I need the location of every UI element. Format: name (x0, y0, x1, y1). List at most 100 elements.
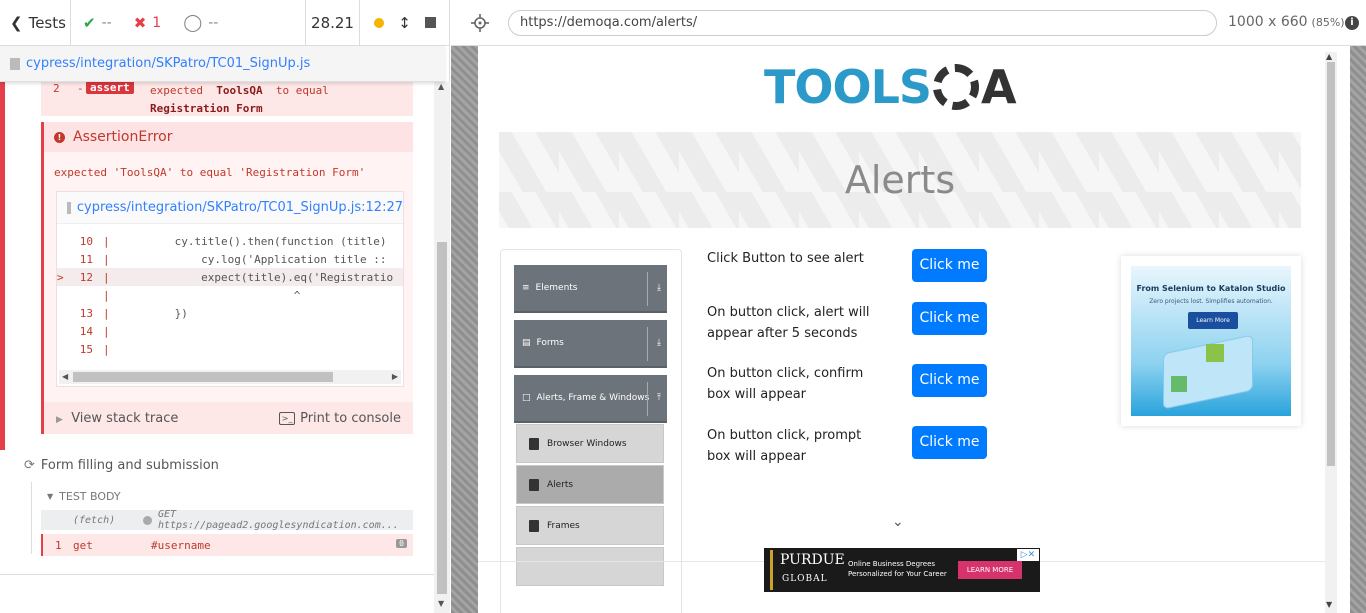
gutter-bar: | (103, 234, 110, 248)
view-stack-trace[interactable]: ▶ View stack trace (56, 411, 178, 426)
reporter-scrollbar[interactable]: ▲ ▼ (434, 82, 450, 613)
app-under-test: TOOLS A Alerts ≡ Elements ⤓ ▤ Forms ⤓ □ … (478, 46, 1350, 613)
code-text: cy.title().then(function (title) (121, 234, 387, 248)
group-elements[interactable]: ≡ Elements ⤓ (514, 265, 667, 313)
alert-button[interactable]: Click me (912, 249, 987, 282)
side-ad[interactable]: From Selenium to Katalon Studio Zero pro… (1121, 256, 1301, 426)
ad-text: Online Business Degrees Personalized for… (848, 559, 948, 579)
scroll-up-icon[interactable]: ▲ (438, 82, 444, 91)
test-form-filling[interactable]: ⟳ Form filling and submission (24, 458, 219, 473)
fetch-value: GET https://pagead2.googlesyndication.co… (157, 509, 399, 531)
check-icon: ✔ (83, 13, 96, 32)
get-name: get (73, 538, 93, 552)
menu-item-alerts[interactable]: Alerts (516, 465, 664, 504)
url-input[interactable]: https://demoqa.com/alerts/ (508, 10, 1217, 36)
html5-icon (529, 478, 539, 491)
command-number: 2 (53, 82, 60, 95)
aut-scrollbar[interactable]: ▲ ▼ (1325, 52, 1337, 613)
test-stats: ✔ -- ✖ 1 ◯ -- (71, 0, 306, 46)
scroll-down-icon[interactable]: ▼ (1326, 600, 1332, 609)
ad-text-line2: Personalized for Your Career (848, 570, 947, 578)
console-icon: >_ (279, 411, 296, 425)
aut-scroll-thumb[interactable] (1327, 62, 1335, 466)
gutter-bar: | (103, 288, 110, 302)
confirm-button[interactable]: Click me (912, 364, 987, 397)
chevron-down-icon[interactable]: ⌄ (892, 514, 904, 530)
print-to-console-button[interactable]: >_ Print to console (279, 411, 401, 426)
timer-alert-button[interactable]: Click me (912, 302, 987, 335)
menu-item-next[interactable] (516, 547, 664, 586)
reporter: 2 - assert expected ToolsQA to equal Reg… (0, 82, 433, 574)
viewport-size: 1000 x 660 (85%) (1228, 14, 1345, 30)
ad-learn-more[interactable]: Learn More (1188, 312, 1238, 329)
tests-button[interactable]: ❮ Tests (0, 0, 71, 46)
ad-image: From Selenium to Katalon Studio Zero pro… (1131, 266, 1291, 416)
ad-brand-sub: GLOBAL (782, 574, 828, 584)
alert-description: Click Button to see alert (707, 251, 864, 266)
autoscroll-icon[interactable]: ↕ (398, 14, 411, 32)
scroll-left-icon[interactable]: ◀ (62, 372, 68, 381)
menu-item-label: Frames (547, 520, 580, 531)
code-lines: 10 | cy.title().then(function (title) 11 | … (57, 232, 403, 358)
group-forms[interactable]: ▤ Forms ⤓ (514, 320, 667, 368)
ad-close-icon[interactable]: ▷✕ (1017, 549, 1039, 561)
group-label: Alerts, Frame & Windows (536, 393, 650, 403)
duration: 28.21 (306, 0, 360, 46)
error-box: ! AssertionError expected 'ToolsQA' to e… (41, 122, 413, 434)
chevron-left-icon: ❮ (10, 13, 23, 32)
toolsqa-logo[interactable]: TOOLS A (764, 60, 1017, 114)
code-text: expect(title).eq('Registratio (121, 270, 394, 284)
ad-cube-icon (1171, 376, 1187, 392)
menu-item-browser-windows[interactable]: Browser Windows (516, 424, 664, 463)
menu-item-frames[interactable]: Frames (516, 506, 664, 545)
assert-actual: ToolsQA (216, 84, 263, 97)
code-frame-path[interactable]: cypress/integration/SKPatro/TC01_SignUp.… (77, 200, 403, 215)
assert-mid: to equal (275, 84, 329, 97)
error-icon: ! (54, 131, 65, 143)
test-body-line (31, 482, 32, 554)
assert-message: expected ToolsQA to equal Registration F… (150, 82, 390, 118)
timer-alert-description: On button click, alert will appear after… (707, 305, 870, 341)
stop-icon[interactable] (424, 17, 436, 28)
reporter-scroll-thumb[interactable] (437, 242, 447, 594)
refresh-icon: ⟳ (24, 458, 35, 473)
fetch-command[interactable]: (fetch) GET https://pagead2.googlesyndic… (41, 509, 413, 531)
test-body-label[interactable]: ▼ TEST BODY (47, 490, 121, 503)
ad-brand: PURDUE (780, 552, 845, 568)
bottom-ad[interactable]: PURDUE GLOBAL Online Business Degrees Pe… (764, 548, 1040, 592)
divider (647, 382, 648, 416)
viewport-zoom: (85%) (1311, 16, 1345, 29)
info-icon[interactable]: i (1345, 16, 1359, 30)
collapse-icon: ⤒ (657, 393, 661, 403)
spec-file-bar[interactable]: cypress/integration/SKPatro/TC01_SignUp.… (0, 46, 445, 82)
ad-cta-button[interactable]: LEARN MORE (958, 561, 1022, 579)
selector-playground-icon[interactable] (471, 14, 489, 32)
current-line-arrow: > (57, 270, 64, 284)
line-number: 10 (79, 234, 93, 248)
scroll-down-icon[interactable]: ▼ (438, 599, 444, 608)
failed-stat: ✖ 1 (134, 14, 162, 32)
purdue-logo: PURDUE GLOBAL (770, 548, 845, 592)
group-alerts-frames-windows[interactable]: □ Alerts, Frame & Windows ⤒ (514, 375, 667, 423)
logo-a: A (981, 60, 1017, 114)
spec-path[interactable]: cypress/integration/SKPatro/TC01_SignUp.… (26, 56, 310, 71)
command-dash: - (77, 82, 84, 95)
get-arg: #username (151, 538, 211, 552)
divider (647, 272, 648, 306)
passed-stat: ✔ -- (83, 14, 112, 32)
url-bar: https://demoqa.com/alerts/ 1000 x 660 (85… (451, 0, 1366, 46)
expand-icon: ⤓ (657, 338, 661, 348)
confirm-description: On button click, confirm box will appear (707, 366, 864, 402)
code-frame-header[interactable]: cypress/integration/SKPatro/TC01_SignUp.… (57, 192, 403, 224)
status-dot-icon (374, 17, 385, 28)
prompt-button[interactable]: Click me (912, 426, 987, 459)
scroll-up-icon[interactable]: ▲ (1326, 52, 1332, 61)
x-icon: ✖ (133, 13, 147, 32)
horizontal-scrollbar[interactable]: ◀ ▶ (59, 370, 401, 384)
print-label: Print to console (300, 410, 401, 426)
scroll-thumb[interactable] (73, 372, 333, 382)
assert-command[interactable]: 2 - assert expected ToolsQA to equal Reg… (41, 82, 413, 116)
scroll-right-icon[interactable]: ▶ (392, 372, 398, 381)
fetch-key: (fetch) (73, 514, 116, 526)
get-command[interactable]: 1 get #username 0 (41, 534, 413, 556)
